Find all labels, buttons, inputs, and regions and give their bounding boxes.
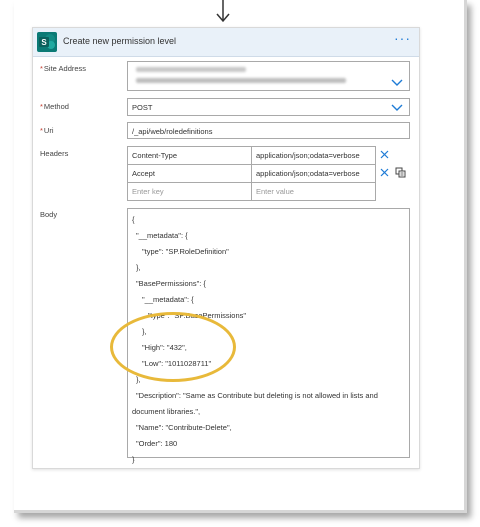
headers-label: Headers <box>40 149 69 158</box>
delete-header-icon[interactable] <box>380 150 389 159</box>
card-title: Create new permission level <box>63 36 177 46</box>
card-header[interactable]: S Create new permission level ··· <box>33 28 419 57</box>
required-marker: * <box>40 102 43 111</box>
code-line: "Order": 180 <box>136 439 178 448</box>
code-line: "Description": "Same as Contribute but d… <box>136 391 378 400</box>
site-address-redacted-line <box>136 67 246 72</box>
code-line: "BasePermissions": { <box>136 279 206 288</box>
header-key-input[interactable]: Accept <box>127 164 252 183</box>
code-line: "type": "SP.RoleDefinition" <box>142 247 229 256</box>
highlight-annotation <box>110 312 236 382</box>
code-line: "__metadata": { <box>136 231 188 240</box>
required-marker: * <box>40 64 43 73</box>
flow-arrow-down-icon <box>216 0 230 23</box>
chevron-down-icon[interactable] <box>391 104 403 112</box>
method-dropdown[interactable]: POST <box>127 98 410 116</box>
site-address-dropdown[interactable] <box>127 61 410 91</box>
delete-header-icon[interactable] <box>380 168 389 177</box>
uri-input[interactable]: /_api/web/roledefinitions <box>127 122 410 139</box>
body-label: Body <box>40 210 58 219</box>
site-address-label: *Site Address <box>40 64 87 73</box>
code-line: } <box>132 455 135 464</box>
code-line: { <box>132 215 135 224</box>
header-value-input[interactable]: application/json;odata=verbose <box>251 164 376 183</box>
svg-text:S: S <box>41 38 47 47</box>
uri-label: *Uri <box>40 126 54 135</box>
method-label: *Method <box>40 102 69 111</box>
code-line: }, <box>136 263 141 272</box>
more-options-button[interactable]: ··· <box>394 31 411 45</box>
sharepoint-icon: S <box>37 32 57 52</box>
site-address-redacted-line <box>136 78 346 83</box>
switch-to-text-mode-icon[interactable] <box>395 167 406 178</box>
required-marker: * <box>40 126 43 135</box>
header-key-input[interactable]: Content-Type <box>127 146 252 165</box>
code-line: "Name": "Contribute-Delete", <box>136 423 232 432</box>
code-line: "__metadata": { <box>142 295 194 304</box>
header-key-input[interactable]: Enter key <box>127 182 252 201</box>
header-value-input[interactable]: application/json;odata=verbose <box>251 146 376 165</box>
method-value: POST <box>132 103 153 112</box>
code-line: document libraries.", <box>132 407 201 416</box>
chevron-down-icon[interactable] <box>391 79 403 87</box>
header-value-input[interactable]: Enter value <box>251 182 376 201</box>
uri-value: /_api/web/roledefinitions <box>132 127 213 136</box>
